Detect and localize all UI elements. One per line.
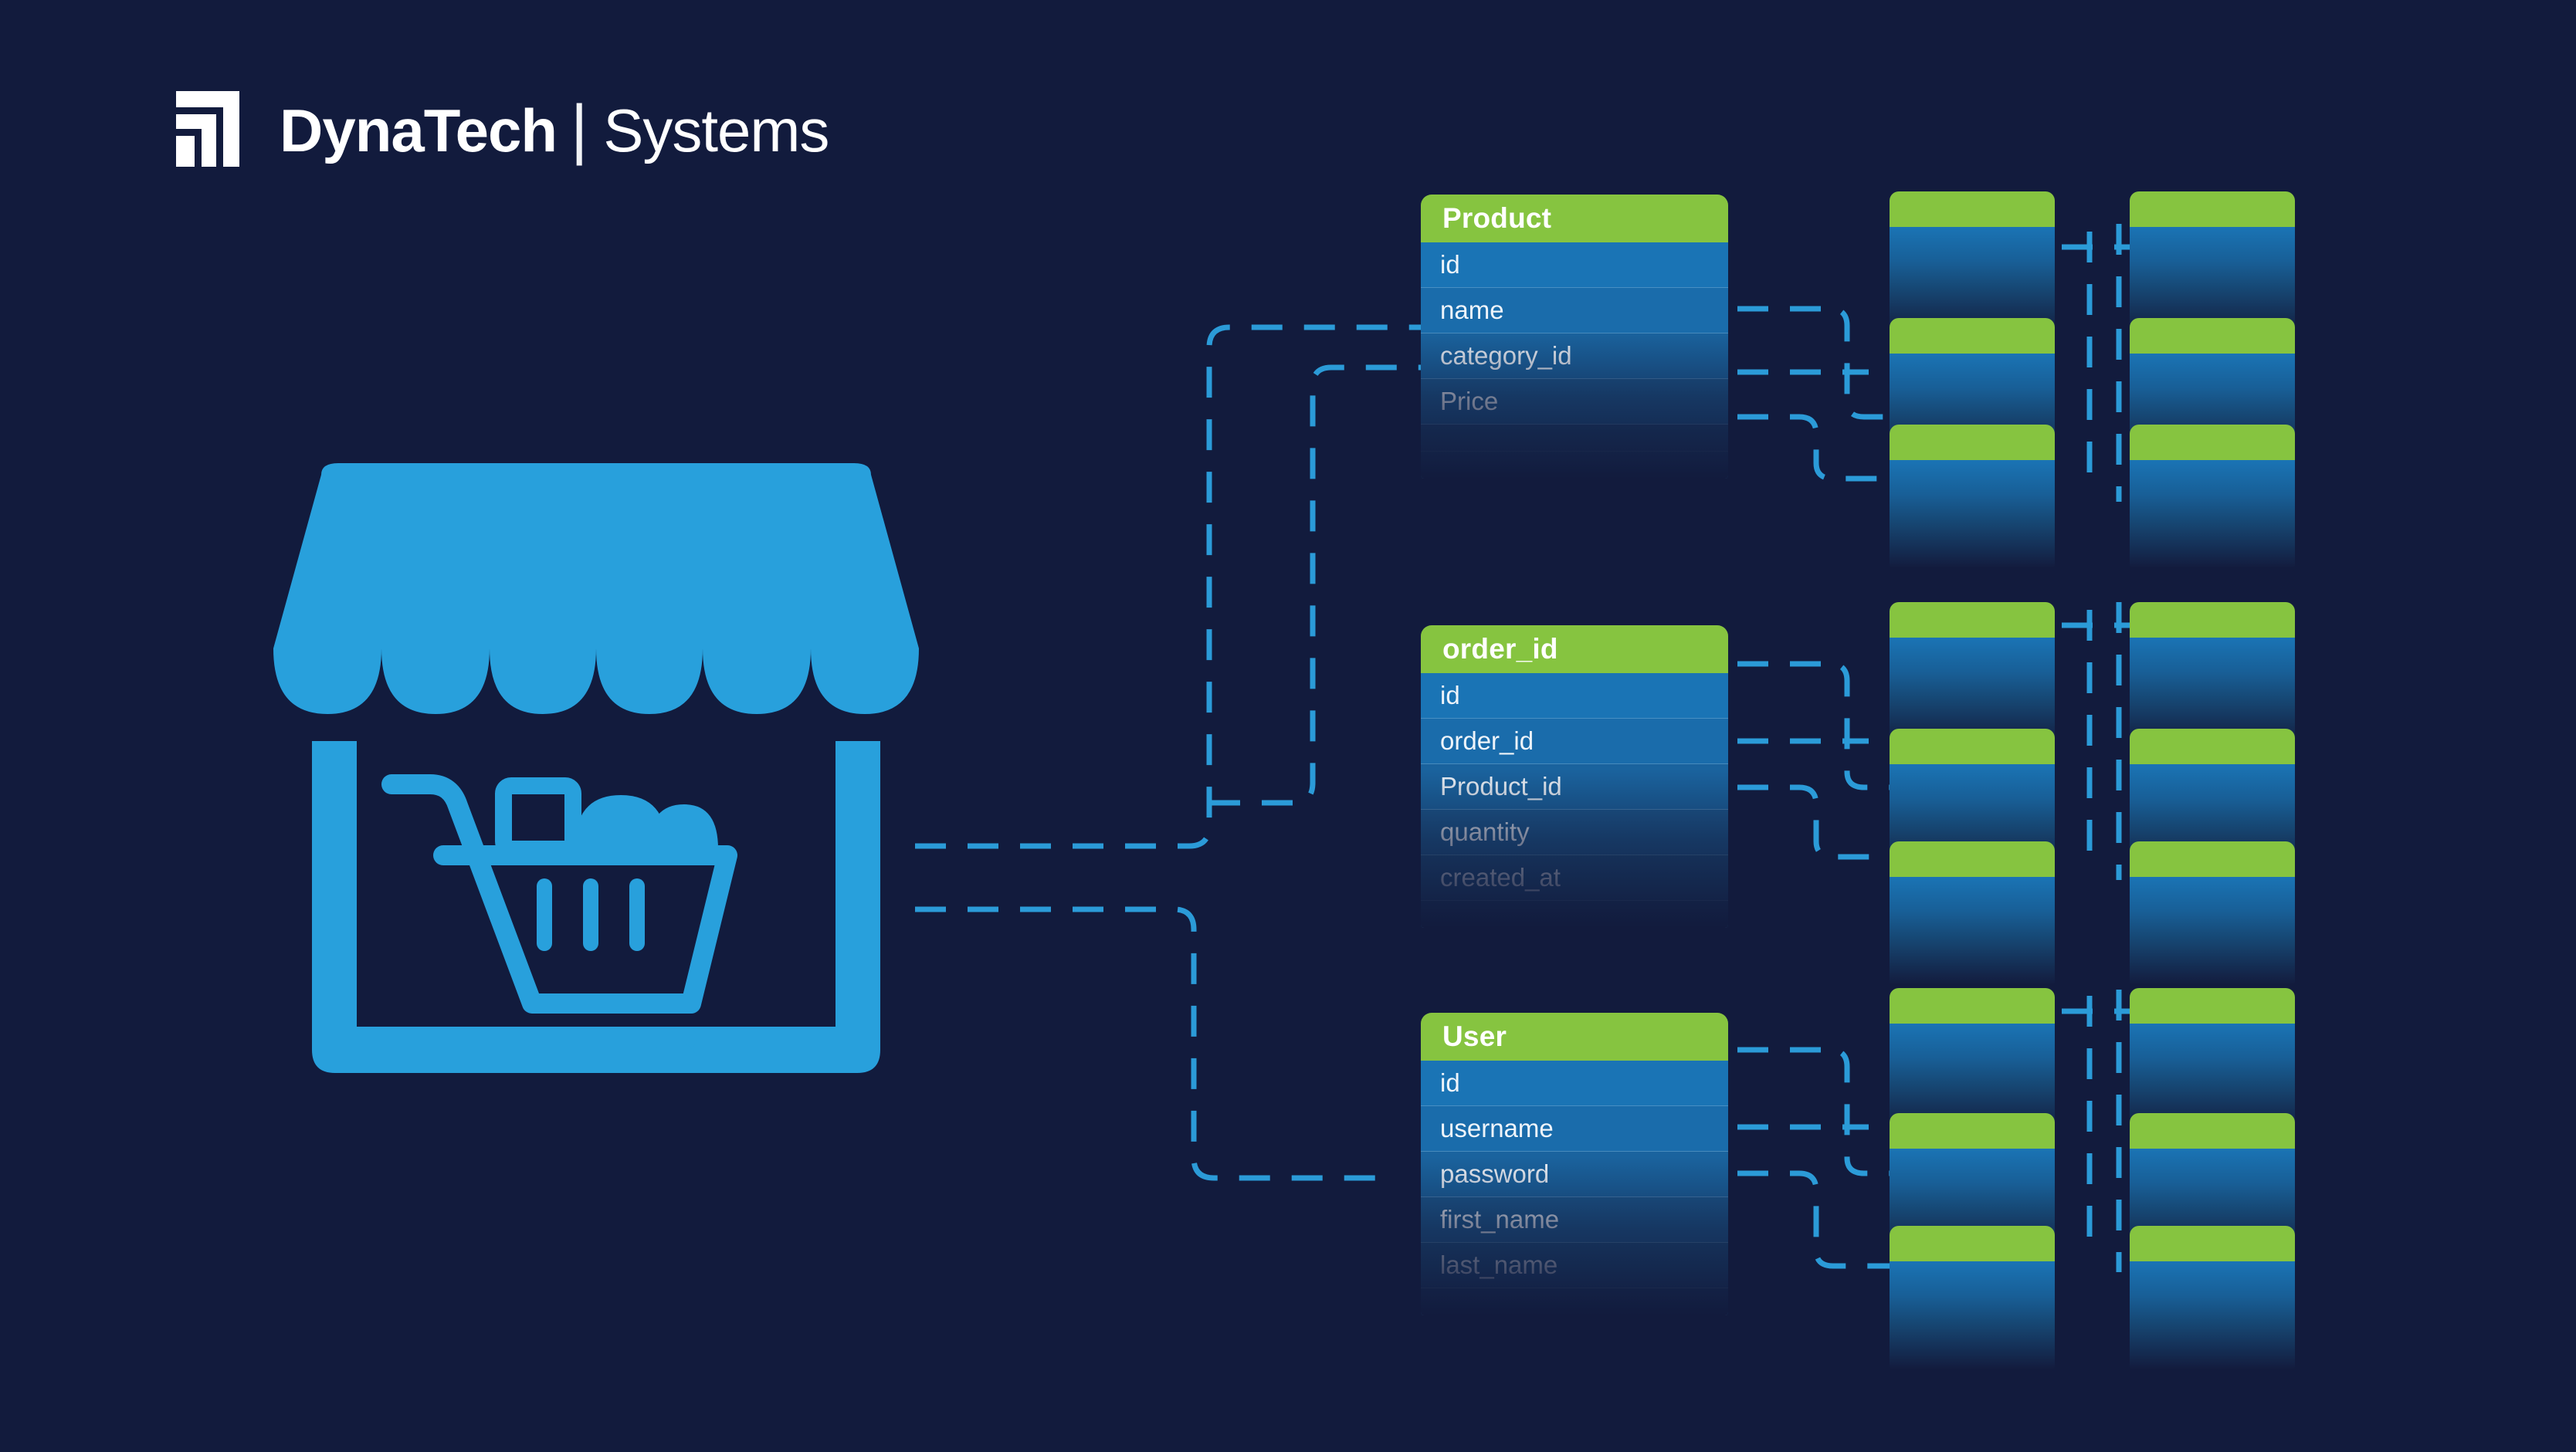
connector-order-out-1 [1737, 661, 1890, 790]
entity-field-row[interactable]: name [1421, 288, 1728, 333]
entity-field-row[interactable]: Price [1421, 379, 1728, 425]
entity-table-user[interactable]: User id username password first_name las… [1421, 1013, 1728, 1315]
brand-name-light: Systems [603, 96, 829, 164]
entity-table-order-id[interactable]: order_id id order_id Product_id quantity… [1421, 625, 1728, 928]
connector-order-out-3 [1737, 784, 1890, 860]
related-table-placeholder[interactable] [2130, 841, 2295, 984]
placeholder-header [1890, 318, 2055, 354]
placeholder-header [2130, 191, 2295, 227]
placeholder-header [1890, 1226, 2055, 1261]
bar-chart-logo-icon [176, 91, 239, 167]
entity-field-row[interactable]: first_name [1421, 1197, 1728, 1243]
entity-table-fade [1421, 1288, 1728, 1315]
entity-field-row[interactable]: last_name [1421, 1243, 1728, 1288]
brand-logo: DynaTech | Systems [176, 91, 829, 167]
entity-table-body: id order_id Product_id quantity created_… [1421, 673, 1728, 928]
connector-store-user [915, 906, 1382, 1181]
entity-table-title: order_id [1421, 625, 1728, 673]
entity-table-fade [1421, 452, 1728, 479]
placeholder-header [2130, 602, 2295, 638]
placeholder-body [1890, 460, 2055, 567]
placeholder-header [2130, 318, 2295, 354]
placeholder-header [2130, 425, 2295, 460]
entity-field-row[interactable]: password [1421, 1152, 1728, 1197]
entity-table-fade [1421, 425, 1728, 452]
placeholder-body [1890, 1261, 2055, 1369]
placeholder-header [2130, 1113, 2295, 1149]
entity-table-product[interactable]: Product id name category_id Price [1421, 195, 1728, 479]
brand-wordmark: DynaTech | Systems [280, 96, 829, 162]
connector-product-out-3 [1737, 414, 1890, 482]
entity-table-title: Product [1421, 195, 1728, 242]
related-table-placeholder[interactable] [2130, 425, 2295, 567]
placeholder-body [1890, 877, 2055, 984]
entity-field-row[interactable]: category_id [1421, 333, 1728, 379]
entity-field-row[interactable]: quantity [1421, 810, 1728, 855]
placeholder-header [2130, 1226, 2295, 1261]
brand-name-bold: DynaTech [280, 96, 558, 164]
related-table-placeholder[interactable] [1890, 191, 2055, 334]
placeholder-header [1890, 841, 2055, 877]
related-table-placeholder[interactable] [2130, 602, 2295, 745]
storefront-shopping-cart-icon [273, 463, 919, 1073]
entity-field-row[interactable]: username [1421, 1106, 1728, 1152]
related-table-placeholder[interactable] [1890, 988, 2055, 1131]
entity-table-fade [1421, 901, 1728, 928]
placeholder-header [1890, 425, 2055, 460]
placeholder-header [1890, 1113, 2055, 1149]
entity-field-row[interactable]: Product_id [1421, 764, 1728, 810]
placeholder-header [1890, 191, 2055, 227]
related-table-placeholder[interactable] [2130, 988, 2295, 1131]
placeholder-body [2130, 1261, 2295, 1369]
placeholder-header [1890, 988, 2055, 1024]
connector-store-product-category [1209, 364, 1421, 806]
entity-field-row[interactable]: order_id [1421, 719, 1728, 764]
entity-field-row[interactable]: id [1421, 1061, 1728, 1106]
entity-field-row[interactable]: id [1421, 673, 1728, 719]
placeholder-body [2130, 460, 2295, 567]
placeholder-body [2130, 877, 2295, 984]
entity-field-row[interactable]: created_at [1421, 855, 1728, 901]
brand-separator: | [571, 92, 588, 166]
placeholder-header [1890, 602, 2055, 638]
related-table-placeholder[interactable] [1890, 841, 2055, 984]
placeholder-header [2130, 988, 2295, 1024]
diagram-canvas: DynaTech | Systems Product id name categ… [0, 0, 2576, 1452]
placeholder-header [2130, 841, 2295, 877]
placeholder-header [2130, 729, 2295, 764]
connector-store-product [915, 324, 1421, 849]
connector-product-out-1 [1737, 306, 1890, 420]
related-table-placeholder[interactable] [1890, 1226, 2055, 1369]
entity-table-body: id username password first_name last_nam… [1421, 1061, 1728, 1315]
entity-field-row[interactable]: id [1421, 242, 1728, 288]
connector-user-out-1 [1737, 1047, 1890, 1176]
placeholder-header [1890, 729, 2055, 764]
related-table-placeholder[interactable] [1890, 602, 2055, 745]
entity-table-body: id name category_id Price [1421, 242, 1728, 479]
related-table-placeholder[interactable] [1890, 425, 2055, 567]
related-table-placeholder[interactable] [2130, 191, 2295, 334]
entity-table-title: User [1421, 1013, 1728, 1061]
connector-user-out-3 [1737, 1170, 1890, 1269]
related-table-placeholder[interactable] [2130, 1226, 2295, 1369]
